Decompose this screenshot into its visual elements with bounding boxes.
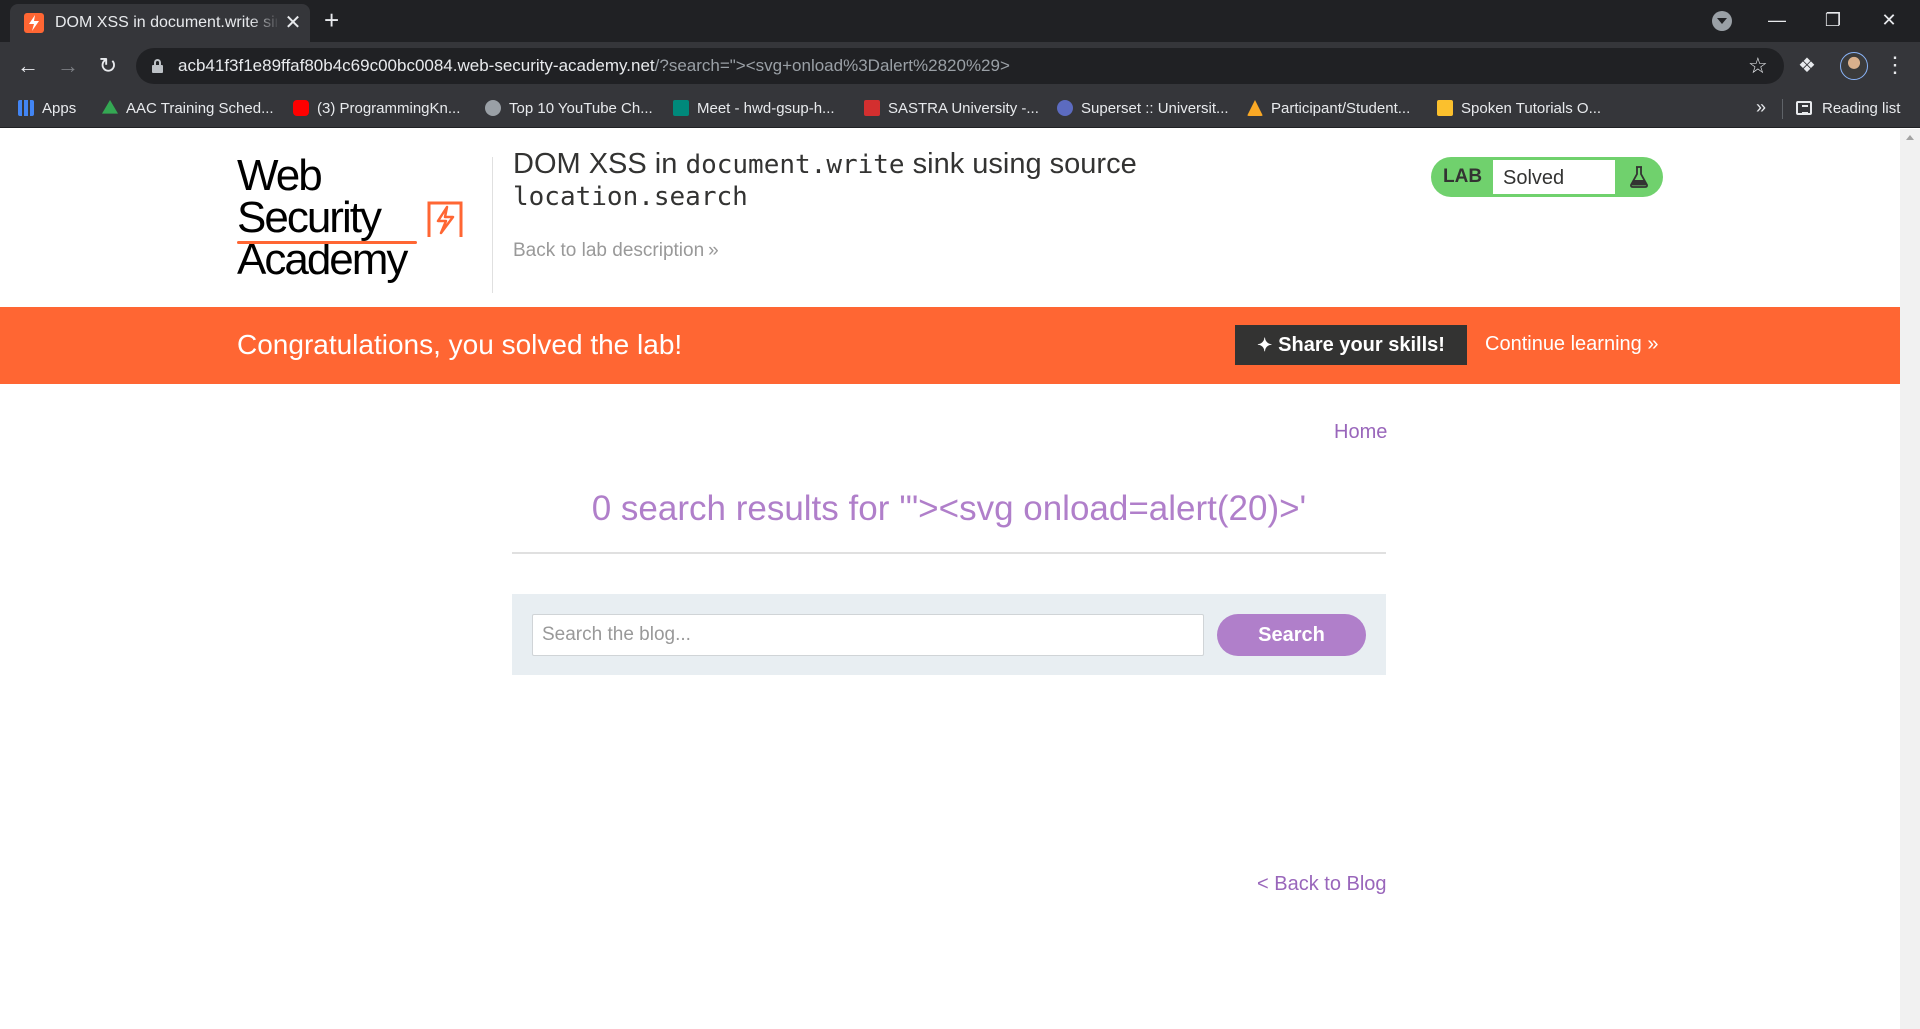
title-text: DOM XSS in xyxy=(513,148,686,180)
bookmark-label: Spoken Tutorials O... xyxy=(1461,100,1602,117)
lab-solved-box: Solved xyxy=(1493,160,1615,194)
congratulations-message: Congratulations, you solved the lab! xyxy=(237,329,683,360)
bookmark-label: Top 10 YouTube Ch... xyxy=(509,100,653,117)
share-label: Share your skills! xyxy=(1278,334,1445,356)
back-to-lab-description-link[interactable]: Back to lab description» xyxy=(513,240,719,262)
lab-status-badge: LAB Solved xyxy=(1431,157,1663,197)
superset-icon xyxy=(1057,100,1073,116)
page-scrollbar[interactable] xyxy=(1900,129,1920,1029)
window-close-icon[interactable]: ✕ xyxy=(1866,6,1912,34)
url-path: /?search="><svg+onload%3Dalert%2820%29> xyxy=(654,56,1010,75)
forward-arrow-icon[interactable]: → xyxy=(52,50,84,82)
double-chevron-icon: » xyxy=(708,240,719,261)
lab-label: LAB xyxy=(1443,166,1483,187)
browser-tab-strip: DOM XSS in document.write sink using sou… xyxy=(0,0,1920,42)
lock-icon[interactable] xyxy=(152,59,163,73)
continue-learning-link[interactable]: Continue learning » xyxy=(1485,333,1658,356)
browser-toolbar: ← → ↻ acb41f3f1e89ffaf80b4c69c00bc0084.w… xyxy=(0,42,1920,90)
reading-list-icon xyxy=(1796,101,1812,115)
reading-list-label: Reading list xyxy=(1822,100,1901,117)
twitter-icon: ✦ xyxy=(1257,335,1273,355)
url-text[interactable]: acb41f3f1e89ffaf80b4c69c00bc0084.web-sec… xyxy=(178,56,1010,76)
tab-title: DOM XSS in document.write sink using sou… xyxy=(55,14,277,31)
portswigger-favicon-icon xyxy=(24,13,44,33)
bookmarks-bar: Apps AAC Training Sched... (3) Programmi… xyxy=(0,90,1920,128)
bookmark-aac-training[interactable]: AAC Training Sched... xyxy=(102,99,274,119)
back-desc-label: Back to lab description xyxy=(513,240,705,261)
bookmark-superset[interactable]: Superset :: Universit... xyxy=(1057,99,1229,119)
browser-menu-icon[interactable]: ⋮ xyxy=(1884,51,1906,79)
bookmark-label: AAC Training Sched... xyxy=(126,100,274,117)
bookmark-label: SASTRA University -... xyxy=(888,100,1039,117)
tab-title-fade xyxy=(250,10,280,36)
logo-lightning-icon xyxy=(427,201,463,237)
bookmarks-overflow-icon[interactable]: » xyxy=(1756,97,1766,118)
bookmark-label: (3) ProgrammingKn... xyxy=(317,100,461,117)
participant-icon xyxy=(1247,100,1263,116)
bookmark-apps[interactable]: Apps xyxy=(18,99,76,119)
google-meet-icon xyxy=(673,100,689,116)
browser-tab-active[interactable]: DOM XSS in document.write sink using sou… xyxy=(10,4,310,42)
address-bar[interactable]: acb41f3f1e89ffaf80b4c69c00bc0084.web-sec… xyxy=(136,48,1784,84)
spoken-tutorials-icon xyxy=(1437,100,1453,116)
bookmark-meet[interactable]: Meet - hwd-gsup-h... xyxy=(673,99,835,119)
share-your-skills-button[interactable]: ✦ Share your skills! xyxy=(1235,325,1467,365)
google-drive-icon xyxy=(102,100,118,114)
minimize-icon[interactable]: — xyxy=(1754,6,1800,34)
bookmark-label: Meet - hwd-gsup-h... xyxy=(697,100,835,117)
new-tab-button[interactable]: + xyxy=(324,6,339,34)
restore-icon[interactable]: ❐ xyxy=(1810,6,1856,34)
tab-search-icon[interactable] xyxy=(1712,11,1732,31)
lab-status-text: Solved xyxy=(1503,167,1565,189)
continue-label: Continue learning xyxy=(1485,333,1642,355)
back-to-blog-link[interactable]: < Back to Blog xyxy=(1257,873,1387,896)
title-code: location.search xyxy=(513,182,748,212)
tab-close-icon[interactable]: ✕ xyxy=(282,10,304,36)
header-divider xyxy=(492,157,493,293)
scroll-up-icon[interactable] xyxy=(1906,135,1914,140)
youtube-icon xyxy=(293,100,309,116)
bookmark-label: Apps xyxy=(42,100,77,117)
profile-avatar[interactable] xyxy=(1840,52,1868,80)
bookmarks-divider xyxy=(1782,99,1783,119)
title-text: sink using source xyxy=(904,148,1137,180)
bookmark-spoken-tutorials[interactable]: Spoken Tutorials O... xyxy=(1437,99,1601,119)
flask-icon xyxy=(1630,166,1648,188)
url-host: acb41f3f1e89ffaf80b4c69c00bc0084.web-sec… xyxy=(178,56,655,75)
lab-title: DOM XSS in document.write sink using sou… xyxy=(513,149,1213,213)
sastra-icon xyxy=(864,100,880,116)
bookmark-label: Participant/Student... xyxy=(1271,100,1411,117)
search-button[interactable]: Search xyxy=(1217,614,1366,656)
back-arrow-icon[interactable]: ← xyxy=(12,50,44,82)
home-link[interactable]: Home xyxy=(1334,421,1387,444)
double-chevron-icon: » xyxy=(1647,333,1659,355)
bookmark-programmingknowledge[interactable]: (3) ProgrammingKn... xyxy=(293,99,460,119)
search-input[interactable] xyxy=(532,614,1204,656)
logo-line-2: Academy xyxy=(237,235,408,284)
extensions-puzzle-icon[interactable]: ❖ xyxy=(1798,54,1816,78)
reload-icon[interactable]: ↻ xyxy=(92,50,124,82)
apps-grid-icon xyxy=(18,100,34,116)
bookmark-sastra[interactable]: SASTRA University -... xyxy=(864,99,1039,119)
bookmark-star-icon[interactable]: ☆ xyxy=(1748,52,1768,80)
logo-underline xyxy=(237,241,417,244)
page-content: Web Security Academy DOM XSS in document… xyxy=(0,129,1900,1029)
reading-list-button[interactable]: Reading list xyxy=(1796,99,1900,119)
heading-divider xyxy=(512,552,1386,554)
bookmark-label: Superset :: Universit... xyxy=(1081,100,1229,117)
bookmark-participant[interactable]: Participant/Student... xyxy=(1247,99,1410,119)
bookmark-top10-youtube[interactable]: Top 10 YouTube Ch... xyxy=(485,99,653,119)
search-form: Search xyxy=(512,594,1386,675)
sparkle-icon xyxy=(485,100,501,116)
solved-banner: Congratulations, you solved the lab! ✦ Sh… xyxy=(0,307,1900,384)
web-security-academy-logo[interactable]: Web Security Academy xyxy=(237,154,469,282)
title-code: document.write xyxy=(685,150,905,180)
search-results-heading: 0 search results for '"><svg onload=aler… xyxy=(591,489,1307,528)
